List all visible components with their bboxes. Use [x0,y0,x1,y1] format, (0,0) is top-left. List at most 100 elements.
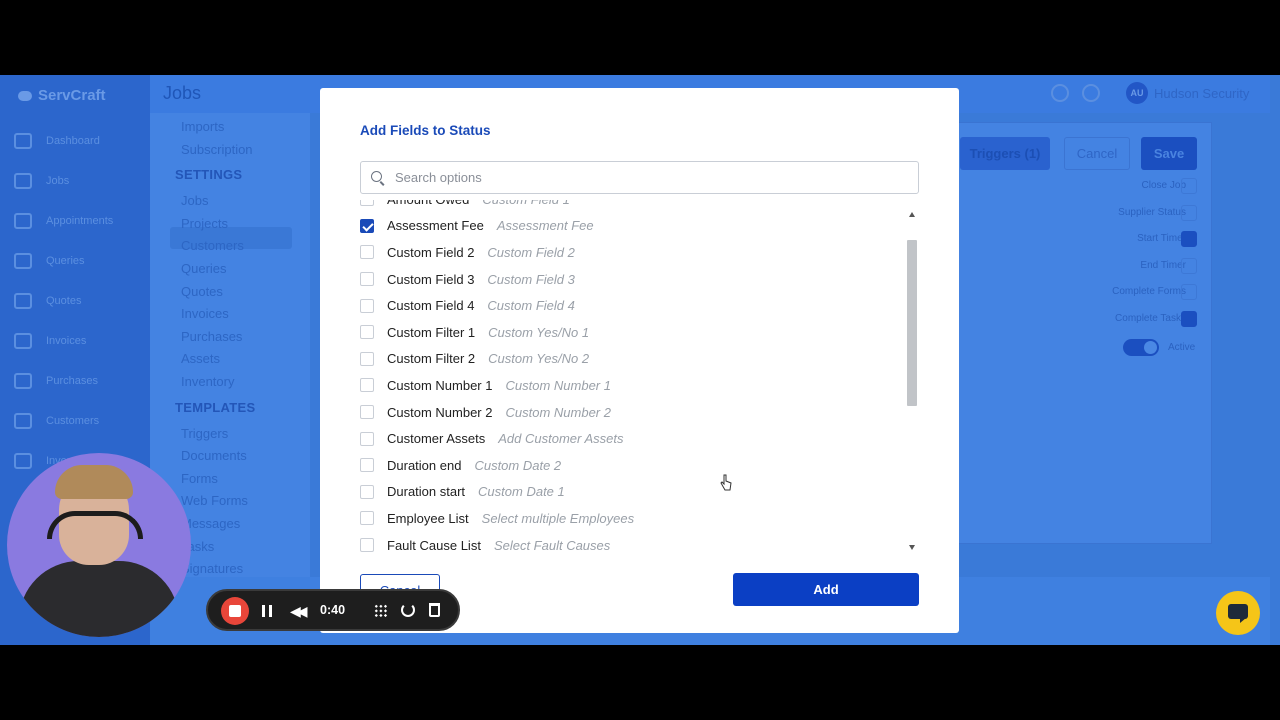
option-checkbox[interactable] [360,458,374,473]
list-item[interactable]: Assessment Fee Assessment Fee [360,213,905,240]
nav-item-purchases[interactable]: Purchases [14,370,98,392]
option-checkbox[interactable] [360,538,374,552]
page-scrollbar[interactable] [1270,75,1280,645]
submenu-item[interactable]: Assets [181,351,220,366]
rewind-icon[interactable]: ◀◀ [290,603,307,620]
option-description: Custom Yes/No 2 [488,351,590,367]
list-item[interactable]: Custom Filter 1 Custom Yes/No 1 [360,319,905,346]
list-item[interactable]: Duration start Custom Date 1 [360,479,905,506]
search-box[interactable] [360,161,919,194]
list-item[interactable]: Fault Cause List Select Fault Causes [360,532,905,552]
help-icon[interactable] [1051,84,1069,102]
submenu-item[interactable]: Invoices [181,306,229,321]
nav-item-dashboard[interactable]: Dashboard [14,130,100,152]
status-option-checkbox[interactable] [1181,178,1197,194]
nav-item-customers[interactable]: Customers [14,410,99,432]
submenu-item[interactable]: Projects [181,216,228,231]
list-scrollbar[interactable] [906,208,919,552]
status-option-checkbox[interactable] [1181,231,1197,248]
submenu-item[interactable]: Forms [181,471,218,486]
status-option-checkbox[interactable] [1181,204,1197,221]
gear-icon[interactable] [1082,84,1100,102]
webcam-person-hair [55,465,133,499]
option-description: Custom Date 1 [478,484,565,500]
pause-icon[interactable] [262,605,272,617]
submenu-item[interactable]: Subscription [181,142,253,157]
nav-item-queries[interactable]: Queries [14,250,85,272]
submenu-item[interactable]: Signatures [181,561,243,576]
option-description: Custom Number 2 [505,404,611,420]
scroll-thumb[interactable] [907,240,917,406]
submenu-item[interactable]: Jobs [181,193,208,208]
scroll-down-arrow-icon[interactable] [909,545,915,550]
submenu-item[interactable]: Imports [181,119,224,134]
list-item[interactable]: Custom Number 1 Custom Number 1 [360,372,905,399]
option-checkbox[interactable] [360,298,374,313]
save-button[interactable]: Save [1141,137,1197,170]
submenu-item[interactable]: Quotes [181,284,223,299]
submenu-item[interactable]: Messages [181,516,240,531]
option-description: Custom Field 4 [487,298,575,314]
status-option-checkbox[interactable] [1181,311,1197,327]
submenu-item[interactable]: Documents [181,448,247,463]
option-checkbox[interactable] [360,378,374,393]
submenu-item[interactable]: Queries [181,261,227,276]
nav-item-appointments[interactable]: Appointments [14,210,113,232]
submenu-item[interactable]: Inventory [181,374,234,389]
webcam-person-body [19,561,179,637]
submenu-heading: SETTINGS [175,167,243,183]
option-checkbox[interactable] [360,272,374,287]
submenu-item[interactable]: Customers [181,238,244,253]
options-list[interactable]: Amount OwedCustom Field 1Assessment FeeA… [360,200,919,552]
nav-item-quotes[interactable]: Quotes [14,290,81,312]
cancel-button[interactable]: Cancel [1064,137,1130,170]
brand-logo: ServCraft [18,87,106,104]
cloud-icon [18,90,32,101]
option-description: Assessment Fee [496,218,594,234]
grid-icon[interactable] [374,604,388,618]
stop-recording-icon[interactable] [221,597,249,625]
submenu-item[interactable]: Web Forms [181,493,248,508]
option-checkbox[interactable] [360,351,374,366]
option-checkbox[interactable] [360,200,374,207]
nav-item-jobs[interactable]: Jobs [14,170,69,192]
status-option-checkbox[interactable] [1181,257,1197,274]
list-item[interactable]: Duration end Custom Date 2 [360,452,905,479]
list-item[interactable]: Custom Filter 2 Custom Yes/No 2 [360,346,905,373]
recording-time: 0:40 [320,603,346,617]
submenu-item[interactable]: Purchases [181,329,242,344]
list-item[interactable]: Custom Field 2 Custom Field 2 [360,239,905,266]
nav-label: Purchases [46,375,98,387]
option-name: Custom Field 2 [387,244,475,260]
org-name[interactable]: Hudson Security [1154,86,1249,101]
option-checkbox[interactable] [360,325,374,340]
option-checkbox[interactable] [360,484,374,499]
list-item[interactable]: Custom Number 2 Custom Number 2 [360,399,905,426]
submenu-item[interactable]: Triggers [181,426,228,441]
add-button[interactable]: Add [733,573,919,606]
scroll-up-arrow-icon[interactable] [909,212,915,217]
active-toggle[interactable] [1123,339,1159,356]
option-checkbox[interactable] [360,405,374,420]
option-name: Custom Field 4 [387,298,475,314]
hand-cursor-icon [720,474,732,491]
option-checkbox[interactable] [360,245,374,260]
list-item[interactable]: Customer Assets Add Customer Assets [360,425,905,452]
avatar[interactable]: AU [1126,82,1148,104]
nav-icon [14,453,32,469]
list-item[interactable]: Employee List Select multiple Employees [360,505,905,532]
restart-icon[interactable] [401,603,415,617]
list-item[interactable]: Custom Field 3 Custom Field 3 [360,266,905,293]
status-option-label: End Timer [1140,259,1186,271]
nav-item-invoices[interactable]: Invoices [14,330,86,352]
option-checkbox[interactable] [360,431,374,446]
option-checkbox[interactable] [360,218,374,233]
trash-icon[interactable] [429,603,440,617]
option-checkbox[interactable] [360,511,374,526]
list-item[interactable]: Custom Field 4 Custom Field 4 [360,292,905,319]
chat-icon[interactable] [1216,591,1260,635]
list-item[interactable]: Amount Owed Custom Field 1 [360,200,905,213]
triggers-button[interactable]: Triggers (1) [960,137,1050,170]
status-option-checkbox[interactable] [1181,284,1197,301]
search-input[interactable] [395,170,895,185]
